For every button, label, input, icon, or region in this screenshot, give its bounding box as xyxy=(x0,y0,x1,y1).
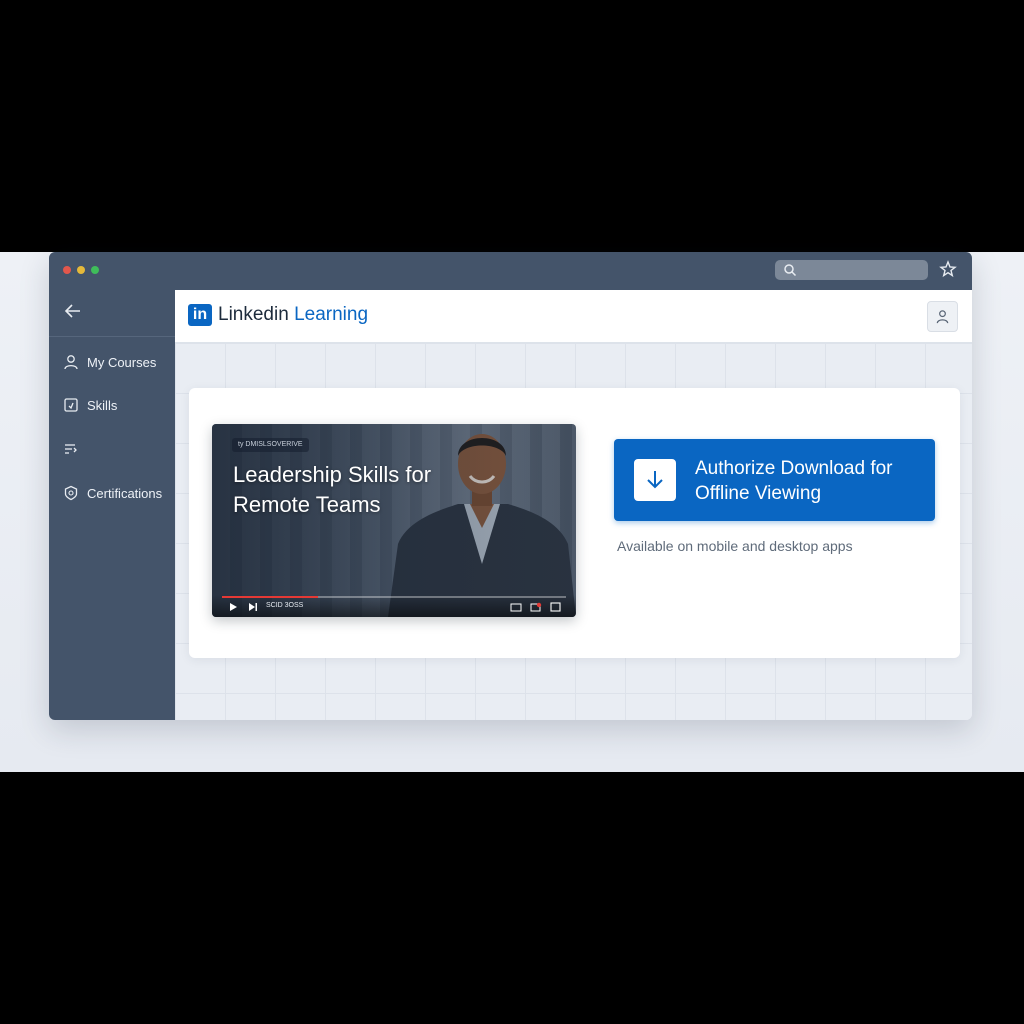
maximize-window-dot[interactable] xyxy=(91,266,99,274)
fullscreen-icon[interactable] xyxy=(550,602,561,612)
search-icon xyxy=(784,264,797,277)
sidebar-item-my-courses[interactable]: My Courses xyxy=(49,347,175,377)
logo-brand: Linkedin xyxy=(218,304,289,325)
browser-window: My Courses Skills Certifications in Link… xyxy=(49,252,972,720)
availability-note: Available on mobile and desktop apps xyxy=(617,538,853,554)
user-icon xyxy=(936,310,949,324)
video-channel-chip: ty DMISLSOVERIVE xyxy=(232,438,309,452)
bookmark-star-icon[interactable] xyxy=(939,260,957,278)
sidebar-item-label: Certifications xyxy=(87,486,163,501)
skills-icon xyxy=(64,398,78,412)
sidebar-item-skills[interactable]: Skills xyxy=(49,390,175,420)
video-timecode: SCID 3OSS xyxy=(266,602,304,609)
video-progress-bar[interactable] xyxy=(222,596,566,598)
course-video-player[interactable]: ty DMISLSOVERIVE Leadership Skills for R… xyxy=(212,424,576,617)
video-progress-fill xyxy=(222,596,319,598)
browser-chrome xyxy=(49,252,972,290)
person-icon xyxy=(64,355,78,370)
sidebar-divider xyxy=(49,336,175,337)
close-window-dot[interactable] xyxy=(63,266,71,274)
minimize-window-dot[interactable] xyxy=(77,266,85,274)
profile-button[interactable] xyxy=(927,301,958,332)
captions-icon[interactable] xyxy=(510,602,522,612)
video-controls: SCID 3OSS xyxy=(212,595,576,617)
back-arrow-icon[interactable] xyxy=(62,300,84,322)
app-header: in Linkedin Learning xyxy=(175,290,972,343)
settings-icon[interactable] xyxy=(530,602,542,612)
sidebar-item-label: My Courses xyxy=(87,355,157,370)
sidebar: My Courses Skills Certifications xyxy=(49,290,175,720)
screenshot-scene: My Courses Skills Certifications in Link… xyxy=(0,252,1024,772)
play-icon[interactable] xyxy=(228,602,238,612)
course-card: ty DMISLSOVERIVE Leadership Skills for R… xyxy=(189,388,960,658)
logo-product: Learning xyxy=(294,304,369,325)
sidebar-item-label: Skills xyxy=(87,398,118,413)
download-button-label: Authorize Download for Offline Viewing xyxy=(695,458,893,504)
badge-icon xyxy=(64,485,78,501)
sidebar-item-certifications[interactable]: Certifications xyxy=(49,478,175,508)
browser-search-bar[interactable] xyxy=(775,260,928,280)
video-title: Leadership Skills for Remote Teams xyxy=(233,462,432,517)
download-icon-box xyxy=(634,459,676,501)
skip-next-icon[interactable] xyxy=(248,602,258,612)
linkedin-logo-badge[interactable]: in xyxy=(188,304,212,326)
sidebar-item-list[interactable] xyxy=(49,434,175,464)
list-icon xyxy=(65,444,77,454)
app-logo-text[interactable]: Linkedin Learning xyxy=(218,304,368,326)
authorize-download-button[interactable]: Authorize Download for Offline Viewing xyxy=(614,439,935,521)
video-overlay xyxy=(212,424,576,617)
download-arrow-icon xyxy=(647,471,663,489)
